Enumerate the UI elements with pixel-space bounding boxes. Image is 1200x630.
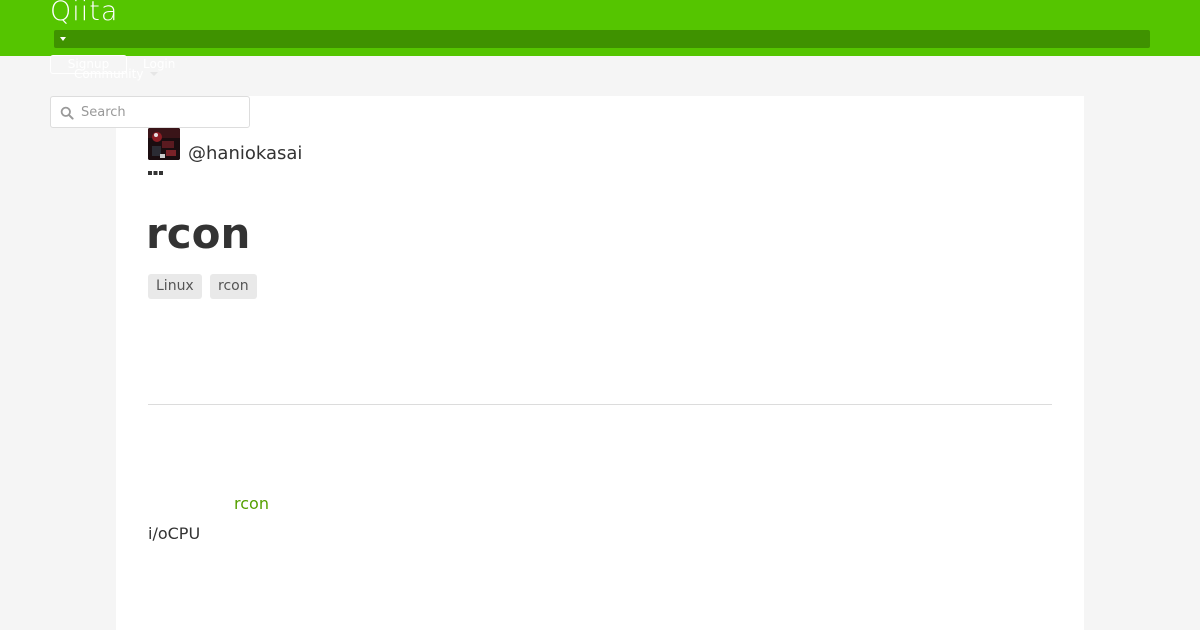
tag-rcon[interactable]: rcon [210,274,257,299]
author-avatar[interactable] [148,128,180,160]
search-icon [60,106,74,120]
article-card [116,96,1084,630]
community-menu[interactable]: Community [74,67,143,81]
community-caret-down-icon[interactable] [150,72,158,76]
search-input[interactable] [81,102,241,122]
body-paragraph: i/oCPU [148,524,201,543]
login-link[interactable]: Login [143,57,175,71]
avatar-image [148,128,180,160]
qiita-logo[interactable]: Qiita [50,0,118,30]
article-title: rcon [146,209,251,258]
caret-down-icon[interactable] [60,37,66,41]
more-dots-icon[interactable] [148,170,164,176]
author-username[interactable]: @haniokasai [188,143,302,165]
global-header: Qiita [0,0,1200,56]
body-link-rcon[interactable]: rcon [234,494,269,514]
header-menu-bar[interactable] [54,30,1150,48]
tag-linux[interactable]: Linux [148,274,202,299]
search-box[interactable] [50,96,250,128]
content-divider [148,404,1052,405]
